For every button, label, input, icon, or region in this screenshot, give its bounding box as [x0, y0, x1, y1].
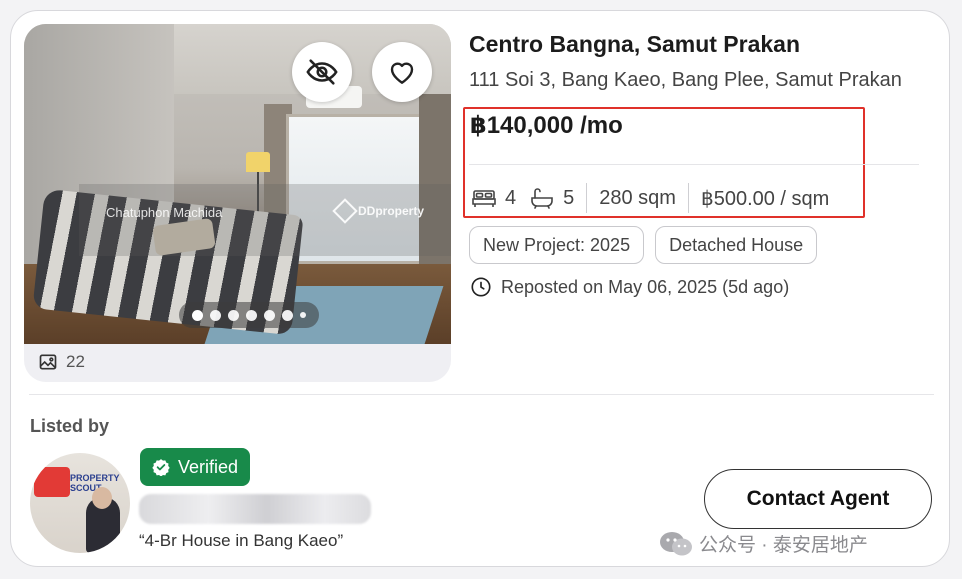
agent-avatar[interactable]: PROPERTY SCOUT [30, 453, 130, 553]
carousel-dots [179, 302, 319, 328]
spec-bathrooms-value: 5 [563, 186, 575, 209]
heart-icon [390, 62, 414, 84]
bed-icon [472, 190, 496, 207]
agency-logo [34, 467, 70, 497]
spec-price-per-sqm: ฿500.00 / sqm [700, 187, 830, 210]
tag-property-type: Detached House [655, 226, 818, 264]
reposted-info: Reposted on May 06, 2025 (5d ago) [470, 276, 789, 298]
verified-label: Verified [178, 456, 239, 477]
listing-address: 111 Soi 3, Bang Kaeo, Bang Plee, Samut P… [469, 69, 902, 91]
listing-specs: 4 5 280 sqm ฿500.00 / sqm [472, 183, 829, 213]
spec-separator [586, 183, 588, 213]
listing-title[interactable]: Centro Bangna, Samut Prakan [469, 31, 800, 58]
spec-separator [687, 183, 689, 213]
tag-new-project: New Project: 2025 [469, 226, 645, 264]
carousel-dot[interactable] [192, 309, 203, 321]
carousel-dot[interactable] [246, 309, 257, 321]
contact-agent-button[interactable]: Contact Agent [704, 469, 932, 529]
photo-watermark-brand: DDproperty [332, 198, 425, 224]
ddproperty-logo-icon [332, 198, 358, 224]
carousel-dot[interactable] [210, 309, 221, 321]
photo-watermark-band [79, 184, 451, 256]
photo-watermark-brand-text: DDproperty [358, 204, 425, 218]
agent-name-redacted [139, 494, 371, 524]
hide-listing-button[interactable] [292, 42, 352, 102]
verified-badge-icon [152, 459, 170, 476]
verified-badge: Verified [140, 448, 251, 486]
carousel-dot[interactable] [300, 312, 306, 318]
clock-icon [471, 277, 491, 297]
carousel-dot[interactable] [228, 309, 239, 321]
listing-card[interactable]: Chatuphon Machida DDproperty 22 Centro B… [10, 10, 950, 567]
wechat-icon [660, 531, 692, 555]
photo-gallery[interactable]: Chatuphon Machida DDproperty 22 [24, 24, 451, 382]
photo-count-value: 22 [66, 352, 85, 371]
image-icon [39, 354, 57, 370]
photo-watermark-name: Chatuphon Machida [106, 205, 223, 220]
carousel-dot[interactable] [264, 309, 275, 321]
eye-slash-icon [306, 59, 338, 85]
photo-lamp [246, 152, 270, 172]
listing-price: ฿140,000 /mo [470, 112, 623, 139]
listing-tags: New Project: 2025 Detached House [469, 226, 818, 264]
listed-by-label: Listed by [30, 416, 110, 436]
section-divider [29, 394, 934, 395]
reposted-text: Reposted on May 06, 2025 (5d ago) [501, 276, 790, 297]
spec-bedrooms-value: 4 [505, 186, 517, 209]
spec-area: 280 sqm [599, 186, 676, 209]
photo-count[interactable]: 22 [38, 352, 85, 372]
spec-bathrooms: 5 [530, 187, 574, 210]
agent-head [92, 487, 112, 509]
favorite-button[interactable] [372, 42, 432, 102]
spec-bedrooms: 4 [472, 187, 516, 210]
wechat-watermark-text: 公众号 · 泰安居地产 [699, 535, 868, 556]
carousel-dot[interactable] [282, 309, 293, 321]
wechat-watermark: 公众号 · 泰安居地产 [659, 530, 868, 557]
listing-quote: “4-Br House in Bang Kaeo” [139, 531, 344, 550]
bathtub-icon [531, 188, 553, 209]
price-divider [469, 164, 919, 165]
